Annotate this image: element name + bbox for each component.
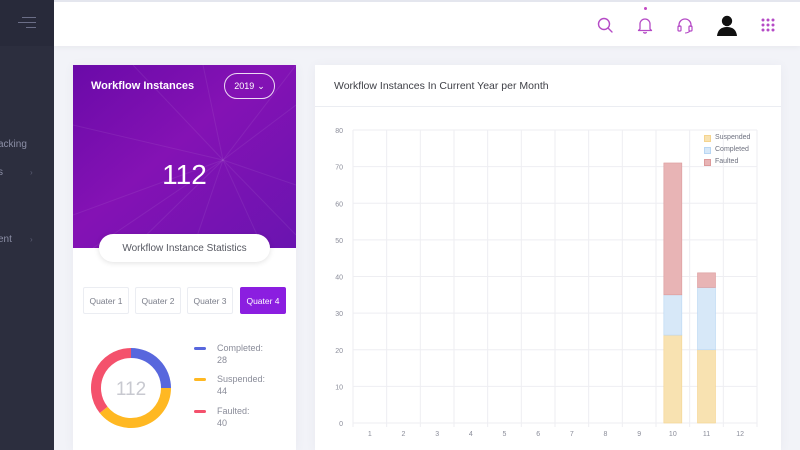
x-tick-label: 7 [570,431,574,438]
tab-quarter-3[interactable]: Quater 3 [187,287,233,314]
chevron-right-icon: › [30,168,33,177]
y-tick-label: 10 [335,384,343,391]
x-tick-label: 11 [703,431,710,438]
x-tick-label: 12 [736,431,744,438]
chart-legend-suspended[interactable]: Suspended [704,134,751,142]
workflow-instances-card: Workflow Instances 2019 ⌄ 112 Workflow I… [73,65,296,450]
legend-label: Suspended [715,134,751,141]
card-title: Workflow Instances [91,80,195,92]
legend-value: 28 [217,355,228,365]
sidebar-item-2[interactable]: s [0,167,3,178]
y-tick-label: 70 [335,165,343,172]
legend-faulted: Faulted: 40 [194,405,250,429]
legend-label: Completed: [217,343,264,353]
chevron-down-icon: ⌄ [257,80,265,91]
x-tick-label: 2 [402,431,406,438]
apps-grid-icon[interactable] [757,14,779,36]
chart-legend-faulted[interactable]: Faulted [704,158,739,166]
bar-completed-month-11[interactable] [697,287,716,351]
legend-swatch [704,147,711,154]
legend-value: 40 [217,418,228,428]
x-tick-label: 1 [368,431,372,438]
status-donut-chart: 112 [91,348,171,428]
sidebar-item-tracking[interactable]: acking [0,139,27,150]
legend-swatch [704,135,711,142]
chart-legend-completed[interactable]: Completed [704,146,749,154]
bar-completed-month-10[interactable] [663,294,683,336]
total-instances: 112 [162,159,207,190]
y-tick-label: 40 [335,275,343,282]
bar-faulted-month-10[interactable] [663,162,683,296]
sidebar-header [0,0,54,46]
legend-swatch [704,159,711,166]
x-tick-label: 8 [604,431,608,438]
legend-suspended: Suspended: 44 [194,373,266,397]
menu-toggle-icon[interactable] [18,17,36,29]
faulted-marker [194,410,206,413]
topbar [54,0,800,46]
x-tick-label: 6 [536,431,540,438]
tab-quarter-2[interactable]: Quater 2 [135,287,181,314]
notification-badge [644,7,647,10]
legend-value: 44 [217,386,228,396]
y-tick-label: 20 [335,348,343,355]
tab-quarter-1[interactable]: Quater 1 [83,287,129,314]
statistics-label: Workflow Instance Statistics [99,234,270,262]
search-icon[interactable] [594,14,616,36]
x-tick-label: 4 [469,431,473,438]
y-tick-label: 0 [339,421,343,428]
x-tick-label: 5 [503,431,507,438]
y-tick-label: 80 [335,128,343,135]
y-tick-label: 60 [335,201,343,208]
headset-icon[interactable] [674,14,696,36]
suspended-marker [194,378,206,381]
legend-completed: Completed: 28 [194,342,264,366]
monthly-chart-card: Workflow Instances In Current Year per M… [315,65,781,450]
legend-label: Faulted: [217,406,250,416]
y-tick-label: 50 [335,238,343,245]
x-tick-label: 9 [637,431,641,438]
bar-suspended-month-10[interactable] [663,334,683,424]
user-avatar-icon[interactable] [714,12,740,38]
legend-label: Faulted [715,158,739,165]
chevron-right-icon: › [30,235,33,244]
bar-suspended-month-11[interactable] [697,349,716,424]
monthly-stacked-bar-chart: 010203040506070801 2 3 4 5 6 7 8 9 10 11 12 [335,128,758,438]
donut-total: 112 [116,379,146,400]
x-tick-label: 10 [669,431,677,438]
x-tick-label: 3 [435,431,439,438]
y-tick-label: 30 [335,311,343,318]
workflow-summary-banner: Workflow Instances 2019 ⌄ 112 [73,65,296,248]
tab-quarter-4[interactable]: Quater 4 [240,287,286,314]
legend-label: Suspended: [217,374,266,384]
completed-marker [194,347,206,350]
legend-label: Completed [715,146,749,153]
year-value: 2019 [234,81,255,91]
year-dropdown[interactable]: 2019 ⌄ [224,73,275,99]
bell-icon[interactable] [634,14,656,36]
sidebar: acking s › ent › [0,0,54,450]
sidebar-item-management[interactable]: ent [0,234,12,245]
bar-faulted-month-11[interactable] [697,272,716,288]
